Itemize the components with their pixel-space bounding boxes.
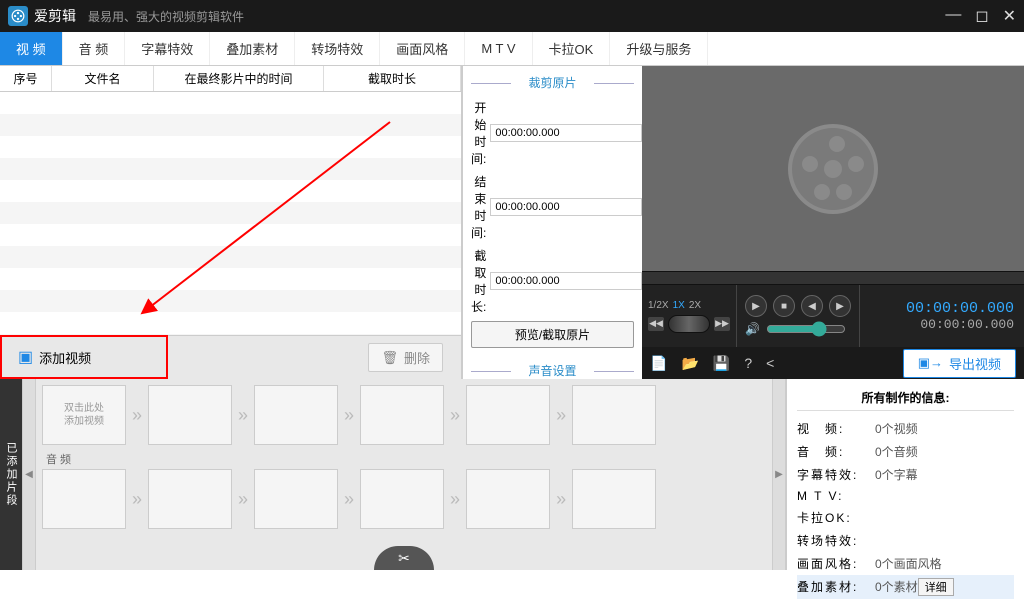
preview-video[interactable] (642, 66, 1024, 271)
add-video-region: ▣ 添加视频 (0, 335, 168, 379)
close-icon[interactable]: ✕ (1003, 6, 1016, 26)
clip-slot[interactable] (42, 469, 126, 529)
film-add-icon: ▣ (18, 347, 33, 367)
export-button[interactable]: ▣→ 导出视频 (903, 349, 1016, 378)
tab-karaoke[interactable]: 卡拉OK (533, 32, 611, 65)
chevron-icon: » (132, 405, 142, 426)
clip-slot[interactable] (254, 385, 338, 445)
clip-slot[interactable] (466, 385, 550, 445)
stop-button[interactable]: ■ (773, 295, 795, 317)
tab-subtitle[interactable]: 字幕特效 (125, 32, 210, 65)
share-icon[interactable]: < (766, 355, 774, 371)
save-icon[interactable]: 💾 (713, 355, 730, 372)
info-title: 所有制作的信息: (797, 385, 1014, 411)
tab-upgrade[interactable]: 升级与服务 (610, 32, 708, 65)
audio-row-label: 音 频 (46, 451, 766, 467)
main-tabs: 视 频 音 频 字幕特效 叠加素材 转场特效 画面风格 M T V 卡拉OK 升… (0, 32, 1024, 66)
video-clip-row: 双击此处添加视频 » » » » » (42, 385, 766, 445)
next-frame-button[interactable]: ▶ (829, 295, 851, 317)
player-toolbar: 📄 📂 💾 ? < ▣→ 导出视频 (642, 347, 1024, 379)
tab-style[interactable]: 画面风格 (380, 32, 465, 65)
clip-placeholder[interactable]: 双击此处添加视频 (42, 385, 126, 445)
scissors-button[interactable]: ✂ (374, 546, 434, 570)
th-time: 在最终影片中的时间 (154, 66, 324, 91)
th-duration: 截取时长 (324, 66, 461, 91)
new-icon[interactable]: 📄 (650, 355, 667, 372)
app-tagline: 最易用、强大的视频剪辑软件 (88, 8, 244, 25)
film-reel-icon (788, 124, 878, 214)
player-volume-slider[interactable] (766, 321, 846, 337)
preview-timeline[interactable] (642, 271, 1024, 285)
clip-slot[interactable] (466, 469, 550, 529)
annotation-arrow-icon (0, 92, 462, 332)
clip-slot[interactable] (360, 469, 444, 529)
export-icon: ▣→ (918, 355, 943, 371)
trim-title: 裁剪原片 (471, 74, 634, 91)
duration-input[interactable] (490, 272, 642, 290)
clips-nav-left[interactable]: ◀ (22, 379, 36, 570)
time-current: 00:00:00.000 (906, 300, 1014, 317)
clip-slot[interactable] (148, 385, 232, 445)
titlebar: 爱剪辑 最易用、强大的视频剪辑软件 ― ◻ ✕ (0, 0, 1024, 32)
trash-icon: 🗑 (381, 350, 398, 366)
th-index: 序号 (0, 66, 52, 91)
clip-slot[interactable] (572, 469, 656, 529)
detail-button[interactable]: 详细 (918, 578, 954, 596)
tab-transition[interactable]: 转场特效 (295, 32, 380, 65)
app-name: 爱剪辑 (34, 6, 76, 26)
clip-slot[interactable] (572, 385, 656, 445)
scrub-wheel[interactable] (668, 315, 710, 333)
tab-mtv[interactable]: M T V (465, 32, 532, 65)
clip-slot[interactable] (148, 469, 232, 529)
clips-vtab[interactable]: 已添加片段 (0, 379, 22, 570)
open-icon[interactable]: 📂 (681, 355, 698, 372)
scrub-fwd-button[interactable]: ▶▶ (714, 317, 730, 331)
app-logo-icon (8, 6, 28, 26)
speed-1x[interactable]: 1X (673, 300, 685, 311)
tab-video[interactable]: 视 频 (0, 32, 63, 65)
delete-button[interactable]: 🗑 删除 (368, 343, 443, 372)
video-list-panel: 序号 文件名 在最终影片中的时间 截取时长 ▣ 添加视频 🗑 删除 (0, 66, 462, 379)
maximize-icon[interactable]: ◻ (975, 6, 988, 26)
tab-audio[interactable]: 音 频 (63, 32, 126, 65)
video-list-body[interactable] (0, 92, 461, 335)
th-filename: 文件名 (52, 66, 154, 91)
info-panel: 所有制作的信息: 视 频:0个视频 音 频:0个音频 字幕特效:0个字幕 M T… (786, 379, 1024, 570)
scrub-back-button[interactable]: ◀◀ (648, 317, 664, 331)
tab-overlay[interactable]: 叠加素材 (210, 32, 295, 65)
audio-clip-row: » » » » » (42, 469, 766, 529)
player-controls: 1/2X 1X 2X ◀◀ ▶▶ ▶ ■ ◀ ▶ 🔊 (642, 285, 1024, 347)
start-time-input[interactable] (490, 124, 642, 142)
time-total: 00:00:00.000 (920, 317, 1014, 332)
add-video-button[interactable]: ▣ 添加视频 (10, 343, 99, 371)
minimize-icon[interactable]: ― (945, 6, 961, 26)
speed-2x[interactable]: 2X (689, 300, 701, 311)
player-speaker-icon: 🔊 (745, 322, 760, 336)
settings-panel: 裁剪原片 开始时间: 结束时间: 截取时长: 预览/截取原片 声音设置 使用音轨… (462, 66, 642, 379)
play-button[interactable]: ▶ (745, 295, 767, 317)
clip-slot[interactable] (254, 469, 338, 529)
prev-frame-button[interactable]: ◀ (801, 295, 823, 317)
clips-area: 已添加片段 ◀ 双击此处添加视频 » » » » » 音 频 » » » » »… (0, 379, 786, 570)
speed-half[interactable]: 1/2X (648, 300, 669, 311)
help-icon[interactable]: ? (744, 355, 752, 371)
clip-slot[interactable] (360, 385, 444, 445)
clips-nav-right[interactable]: ▶ (772, 379, 786, 570)
end-time-input[interactable] (490, 198, 642, 216)
preview-trim-button[interactable]: 预览/截取原片 (471, 321, 634, 348)
preview-panel: 1/2X 1X 2X ◀◀ ▶▶ ▶ ■ ◀ ▶ 🔊 (642, 66, 1024, 379)
sound-title: 声音设置 (471, 362, 634, 379)
